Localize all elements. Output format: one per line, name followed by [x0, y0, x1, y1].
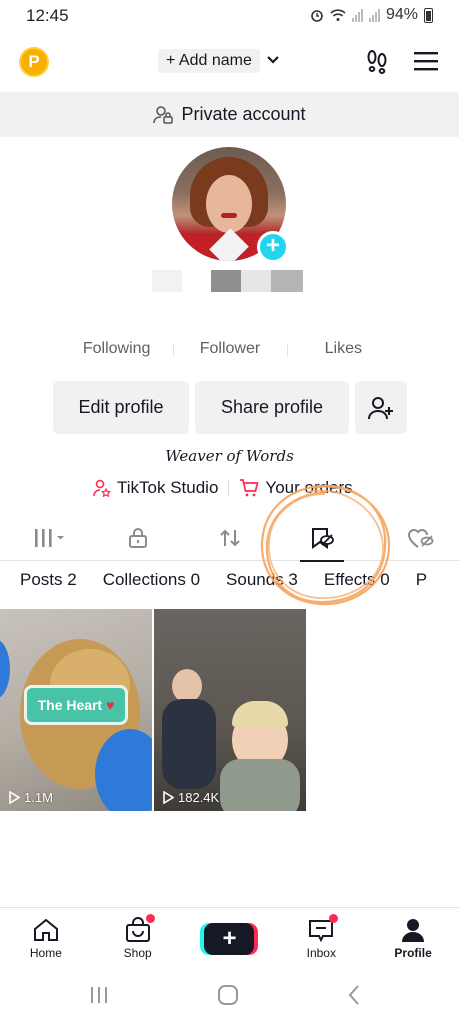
- nav-home[interactable]: Home: [0, 908, 92, 969]
- profile-header: P + Add name: [0, 40, 459, 84]
- system-navigation: [0, 969, 459, 1024]
- profile-actions: Edit profile Share profile: [53, 381, 407, 434]
- video-thumbnail[interactable]: 182.4K: [154, 609, 306, 811]
- tab-reposts[interactable]: [202, 515, 258, 561]
- notification-dot: [329, 914, 339, 923]
- tab-favorites[interactable]: [292, 515, 352, 562]
- lock-icon: [129, 528, 147, 548]
- user-lock-icon: [153, 105, 174, 124]
- user-star-icon: [93, 479, 111, 497]
- add-photo-button[interactable]: +: [257, 231, 289, 263]
- tab-private[interactable]: [110, 515, 166, 561]
- add-friends-button[interactable]: [355, 381, 407, 434]
- wifi-icon: [330, 9, 346, 21]
- menu-icon[interactable]: [414, 51, 438, 71]
- signal-icon: [351, 8, 363, 22]
- back-icon[interactable]: [347, 984, 361, 1006]
- overlay-caption: The Heart ♥: [24, 685, 128, 725]
- heart-hidden-icon: [407, 529, 434, 548]
- add-user-icon: [368, 396, 393, 419]
- username-redacted-2: [211, 270, 241, 292]
- repost-icon: [220, 529, 240, 547]
- username-redacted-4: [271, 270, 303, 292]
- notification-dot: [145, 914, 155, 923]
- your-orders-link[interactable]: Your orders: [239, 478, 353, 498]
- bottom-nav: Home Shop + Inbox Profile: [0, 907, 459, 969]
- private-account-banner: Private account: [0, 92, 459, 137]
- video-grid: The Heart ♥ 1.1M 182.4K: [0, 609, 306, 811]
- grid-icon: [35, 529, 64, 547]
- bookmark-hidden-icon: [312, 528, 334, 549]
- nav-inbox[interactable]: Inbox: [275, 908, 367, 969]
- cart-icon: [240, 479, 260, 497]
- content-tabs: [0, 515, 459, 562]
- stats-row: Following Follower Likes: [60, 340, 400, 370]
- status-icons: 94%: [310, 6, 433, 24]
- username-redacted-3: [241, 270, 271, 292]
- favorites-subtabs: Posts 2 Collections 0 Sounds 3 Effects 0…: [20, 570, 427, 590]
- profile-links: TikTok Studio Your orders: [93, 478, 353, 498]
- profile-icon: [402, 919, 425, 942]
- bio-text: Weaver of Words: [165, 447, 294, 465]
- battery-icon: [424, 7, 433, 23]
- nav-create[interactable]: +: [184, 908, 276, 969]
- home-icon: [33, 918, 58, 941]
- battery-percent: 94%: [385, 6, 418, 23]
- nav-profile[interactable]: Profile: [367, 908, 459, 969]
- tiktok-studio-link[interactable]: TikTok Studio: [93, 478, 218, 498]
- subtab-more[interactable]: P: [416, 570, 427, 590]
- subtab-collections[interactable]: Collections 0: [103, 570, 200, 590]
- home-button-icon[interactable]: [217, 984, 239, 1006]
- following-stat[interactable]: Following: [60, 340, 173, 370]
- recents-icon[interactable]: [89, 985, 109, 1005]
- private-account-label: Private account: [181, 104, 306, 124]
- edit-profile-button[interactable]: Edit profile: [53, 381, 189, 434]
- tab-liked[interactable]: [390, 515, 450, 561]
- status-time: 12:45: [26, 6, 69, 25]
- create-button[interactable]: +: [204, 922, 255, 955]
- share-profile-button[interactable]: Share profile: [195, 381, 349, 434]
- coin-icon[interactable]: P: [19, 47, 49, 77]
- signal-icon-2: [368, 8, 380, 22]
- link-divider: [228, 480, 230, 496]
- video-thumbnail[interactable]: The Heart ♥ 1.1M: [0, 609, 152, 811]
- status-bar: 12:45 94%: [0, 0, 459, 32]
- alarm-icon: [311, 10, 323, 22]
- subtab-posts[interactable]: Posts 2: [20, 570, 77, 590]
- nav-shop[interactable]: Shop: [92, 908, 184, 969]
- username-redacted: [152, 270, 182, 292]
- footprints-icon[interactable]: [364, 48, 390, 74]
- followers-stat[interactable]: Follower: [173, 340, 286, 370]
- play-icon: [9, 791, 20, 804]
- tab-videos[interactable]: [20, 515, 80, 561]
- subtab-sounds[interactable]: Sounds 3: [226, 570, 298, 590]
- view-count: 1.1M: [8, 790, 53, 805]
- play-icon: [163, 791, 174, 804]
- likes-stat[interactable]: Likes: [286, 340, 400, 370]
- add-name-button[interactable]: + Add name: [158, 49, 260, 73]
- chevron-down-icon[interactable]: [265, 52, 281, 68]
- subtab-effects[interactable]: Effects 0: [324, 570, 390, 590]
- view-count: 182.4K: [162, 790, 219, 805]
